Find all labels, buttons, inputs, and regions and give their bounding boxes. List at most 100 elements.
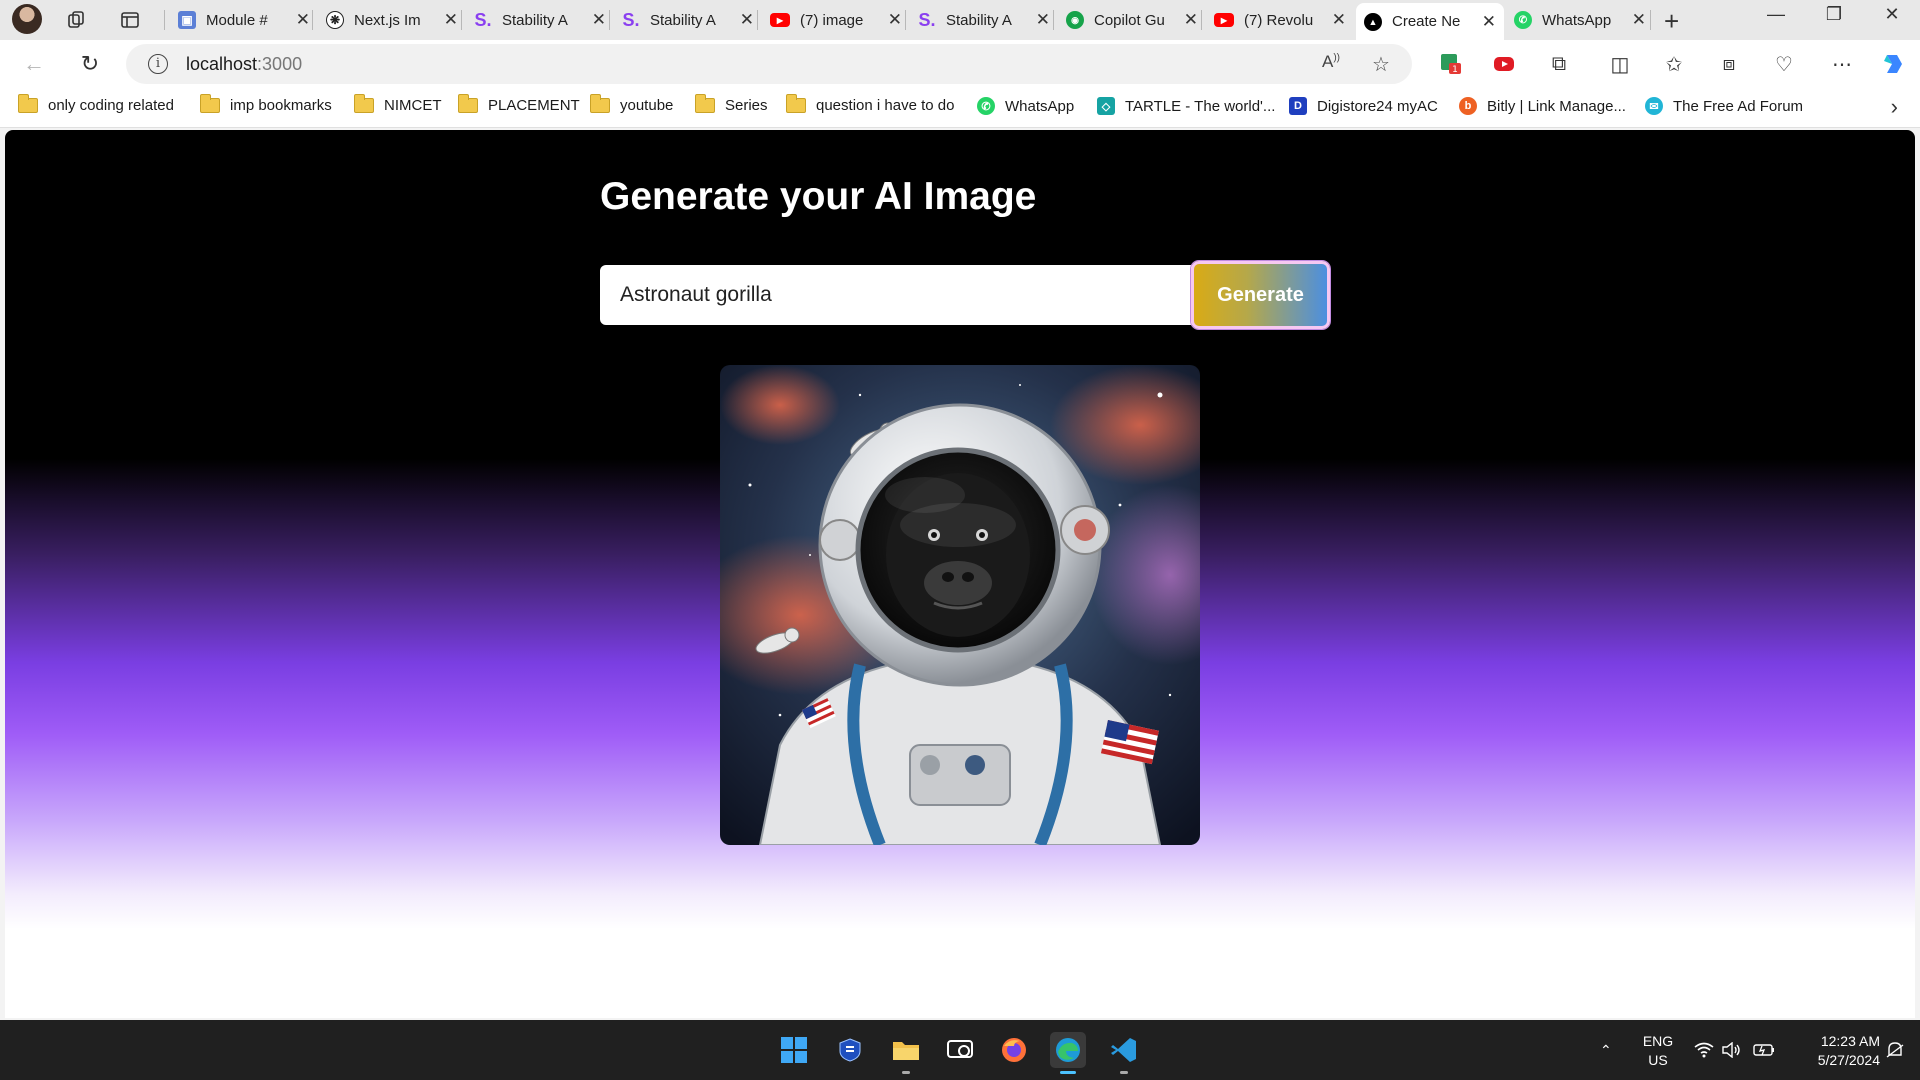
bookmark-folder[interactable]: Series [694,94,768,114]
workspaces-icon[interactable] [64,8,88,32]
close-icon[interactable]: ✕ [740,10,754,30]
browser-tab[interactable]: S. Stability A ✕ [614,5,762,35]
youtube-extension-icon[interactable] [1490,50,1518,78]
browser-tab[interactable]: S. Stability A ✕ [910,5,1058,35]
browser-tab[interactable]: S. Stability A ✕ [466,5,614,35]
bookmark-folder[interactable]: NIMCET [353,94,442,114]
digistore-icon: D [1289,97,1307,115]
nextjs-icon: ▲ [1364,12,1382,31]
start-windows-icon[interactable] [776,1032,812,1068]
clock[interactable]: 12:23 AM 5/27/2024 [1796,1032,1880,1070]
bookmark-label: Bitly | Link Manage... [1487,97,1626,115]
bookmark-folder[interactable]: PLACEMENT [457,94,580,114]
close-icon[interactable]: ✕ [1036,10,1050,30]
copilot-icon[interactable] [1880,50,1908,78]
tab-title: WhatsApp [1542,11,1612,29]
split-screen-icon[interactable]: ◫ [1606,50,1634,78]
browser-tab-active[interactable]: ▲ Create Ne ✕ [1356,3,1504,40]
bookmark-folder[interactable]: question i have to do [785,94,954,114]
close-window-button[interactable]: ✕ [1872,4,1912,25]
bookmark-folder[interactable]: imp bookmarks [199,94,332,114]
browser-tab[interactable]: ▶ (7) image ✕ [762,5,910,35]
bookmark-folder[interactable]: only coding related [17,94,174,114]
tab-actions-icon[interactable] [118,8,142,32]
chevron-right-icon[interactable]: › [1891,94,1898,120]
close-icon[interactable]: ✕ [1482,12,1496,32]
bookmark-label: imp bookmarks [230,97,332,114]
close-icon[interactable]: ✕ [444,10,458,30]
remote-desktop-icon[interactable] [942,1032,978,1068]
stability-icon: S. [622,9,640,30]
bookmark-label: Series [725,97,768,114]
close-icon[interactable]: ✕ [296,10,310,30]
bookmark-site[interactable]: b Bitly | Link Manage... [1459,97,1626,115]
whatsapp-icon: ✆ [977,97,995,115]
folder-icon [17,94,38,113]
collections-icon[interactable]: ⧈ [1715,50,1743,78]
close-icon[interactable]: ✕ [1632,10,1646,30]
bookmark-site[interactable]: ◇ TARTLE - The world'... [1097,97,1275,115]
vscode-icon[interactable] [1106,1032,1142,1074]
refresh-button[interactable]: ↻ [76,50,104,78]
generate-button[interactable]: Generate [1191,261,1330,329]
folder-icon [694,94,715,113]
whatsapp-icon: ✆ [1514,11,1532,29]
edge-icon[interactable] [1050,1032,1086,1074]
page-title: Generate your AI Image [600,175,1037,218]
bookmark-site[interactable]: D Digistore24 myAC [1289,97,1438,115]
tab-strip: ▣ Module # ✕ ❋ Next.js Im ✕ S. Stability… [0,0,1920,40]
close-icon[interactable]: ✕ [888,10,902,30]
youtube-icon: ▶ [770,13,790,27]
close-icon[interactable]: ✕ [592,10,606,30]
taskbar: ⌃ ENG US 12:23 AM 5/27/2024 [0,1020,1920,1080]
close-icon[interactable]: ✕ [1184,10,1198,30]
tab-title: (7) image [800,11,864,29]
browser-tab[interactable]: ❋ Next.js Im ✕ [318,5,466,35]
volume-icon[interactable] [1722,1020,1742,1080]
read-aloud-icon[interactable]: A)) [1322,52,1340,72]
browser-tab[interactable]: ▶ (7) Revolu ✕ [1206,5,1354,35]
bookmark-label: PLACEMENT [488,97,580,114]
favorites-icon[interactable]: ✩ [1660,50,1688,78]
browser-tab[interactable]: ◉ Copilot Gu ✕ [1058,5,1206,35]
notifications-icon[interactable] [1886,1020,1904,1080]
folder-icon [785,94,806,113]
bookmark-site[interactable]: ✆ WhatsApp [977,97,1074,115]
bookmark-folder[interactable]: youtube [589,94,673,114]
bookmark-label: TARTLE - The world'... [1125,97,1276,115]
language-indicator[interactable]: ENG US [1640,1032,1676,1070]
back-button[interactable]: ← [20,50,48,78]
folder-icon [353,94,374,113]
browser-essentials-icon[interactable]: ♡ [1770,50,1798,78]
site-info-icon[interactable]: i [148,54,168,74]
settings-more-icon[interactable]: ⋯ [1828,50,1856,78]
firefox-icon[interactable] [996,1032,1032,1068]
restore-button[interactable]: ❐ [1814,4,1854,25]
new-tab-button[interactable]: + [1664,6,1679,37]
tab-title: Stability A [946,11,1012,29]
minimize-button[interactable]: — [1756,4,1796,25]
bookmark-label: The Free Ad Forum [1673,97,1804,115]
show-hidden-icons-icon[interactable]: ⌃ [1600,1020,1612,1080]
browser-tab[interactable]: ▣ Module # ✕ [170,5,318,35]
file-explorer-icon[interactable] [888,1032,924,1074]
bookmark-site[interactable]: ✉ The Free Ad Forum [1645,97,1803,115]
url-text[interactable]: localhost:3000 [186,54,302,75]
chatgpt-icon: ❋ [326,11,344,29]
folder-icon [589,94,610,113]
extensions-puzzle-icon[interactable]: ⧉ [1545,50,1573,78]
wifi-icon[interactable] [1694,1020,1714,1080]
address-bar[interactable]: i localhost:3000 A)) ☆ [126,44,1412,84]
youtube-icon: ▶ [1214,13,1234,27]
browser-tab[interactable]: ✆ WhatsApp ✕ [1506,5,1654,35]
security-app-icon[interactable] [832,1032,868,1068]
close-icon[interactable]: ✕ [1332,10,1346,30]
prompt-input[interactable] [600,265,1193,325]
tab-title: (7) Revolu [1244,11,1314,29]
profile-avatar[interactable] [12,4,42,34]
page-viewport: Generate your AI Image Generate [5,130,1915,1018]
battery-icon[interactable] [1753,1020,1775,1080]
extension-badge-icon[interactable]: 1 [1437,50,1465,78]
favorite-star-icon[interactable]: ☆ [1372,52,1390,77]
bookmark-label: only coding related [48,97,174,114]
